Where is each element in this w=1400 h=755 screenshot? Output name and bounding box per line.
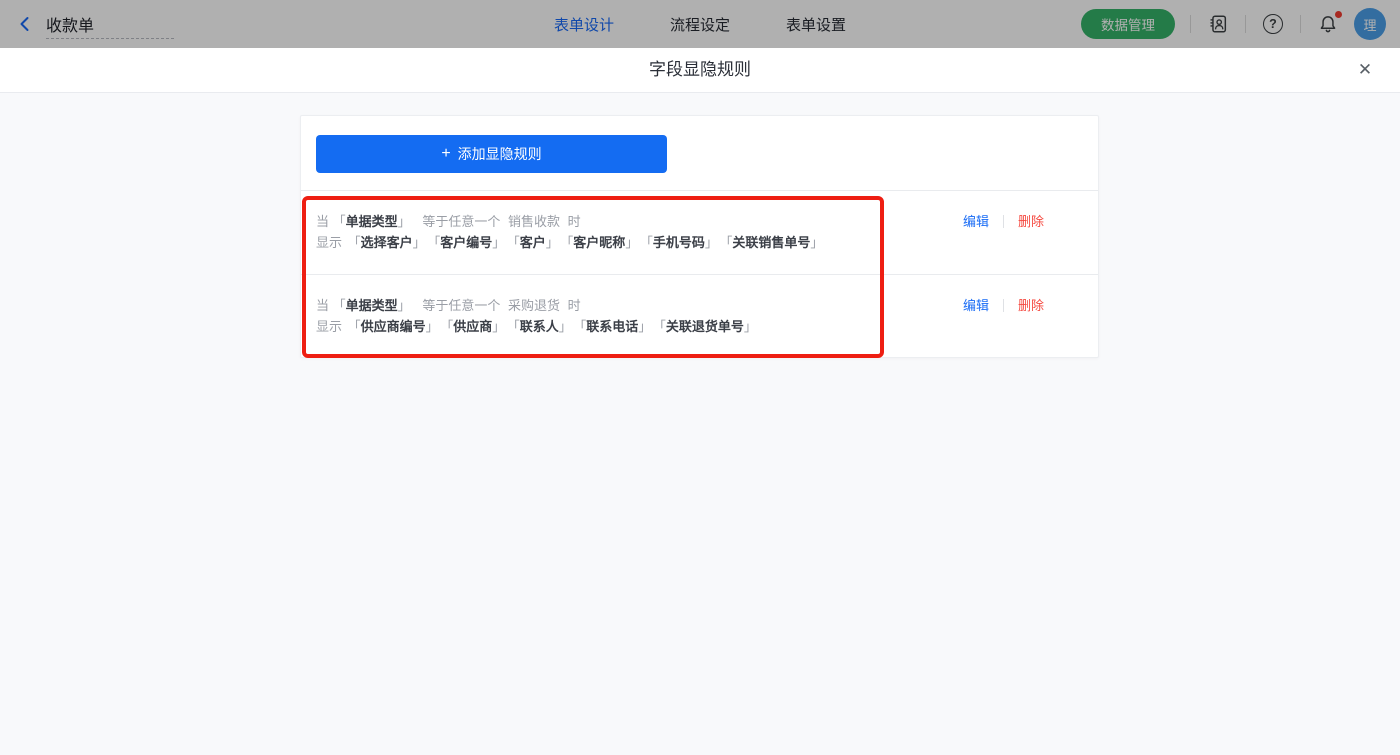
rule-field-name: 单据类型 [346, 298, 398, 313]
delete-button[interactable]: 删除 [1018, 295, 1044, 316]
rule-show-line: 显示 「供应商编号」「供应商」「联系人」「联系电话」「关联退货单号」 [316, 316, 757, 337]
rule-actions: 编辑 删除 [963, 211, 1074, 232]
rule-show-prefix: 显示 [316, 319, 342, 334]
shown-field-token: 「关联退货单号」 [659, 319, 757, 334]
shown-field-token: 「联系电话」 [580, 319, 652, 334]
rule-when-suffix: 时 [568, 298, 581, 313]
rules-list: 当 「单据类型」 等于任意一个 销售收款 时 显示 「选择客户」「客户编号」「客… [301, 191, 1098, 358]
modal-header: 字段显隐规则 ✕ [0, 48, 1400, 93]
data-manage-button[interactable]: 数据管理 [1081, 9, 1175, 39]
shown-field-token: 「关联销售单号」 [726, 235, 824, 250]
avatar[interactable]: 理 [1354, 8, 1386, 40]
rule-row: 当 「单据类型」 等于任意一个 采购退货 时 显示 「供应商编号」「供应商」「联… [301, 275, 1098, 358]
shown-field-token: 「客户昵称」 [567, 235, 639, 250]
divider [1003, 215, 1004, 228]
shown-field-token: 「选择客户」 [348, 235, 426, 250]
divider [1003, 299, 1004, 312]
rule-when-prefix: 当 [316, 298, 329, 313]
rule-when-suffix: 时 [568, 214, 581, 229]
rules-card: + 添加显隐规则 当 「单据类型」 等于任意一个 销售收款 时 显示 「选择客户… [300, 115, 1099, 358]
shown-field-token: 「联系人」 [513, 319, 572, 334]
divider [1300, 15, 1301, 33]
notification-dot [1335, 11, 1342, 18]
notification-bell-icon[interactable] [1316, 12, 1340, 36]
add-rule-label: 添加显隐规则 [458, 144, 542, 164]
rule-value: 采购退货 [508, 298, 560, 313]
delete-button[interactable]: 删除 [1018, 211, 1044, 232]
topbar-tab[interactable]: 流程设定 [670, 14, 730, 35]
topbar-tab[interactable]: 表单设置 [786, 14, 846, 35]
close-icon[interactable]: ✕ [1355, 60, 1375, 80]
rule-value: 销售收款 [508, 214, 560, 229]
page: 收款单 表单设计 流程设定 表单设置 数据管理 ? [0, 0, 1400, 755]
rule-field-name: 单据类型 [346, 214, 398, 229]
contacts-book-icon[interactable] [1206, 12, 1230, 36]
shown-field-token: 「客户编号」 [434, 235, 506, 250]
chevron-left-icon [16, 15, 34, 33]
modal-body: + 添加显隐规则 当 「单据类型」 等于任意一个 销售收款 时 显示 「选择客户… [0, 93, 1400, 755]
edit-button[interactable]: 编辑 [963, 211, 989, 232]
rule-text: 当 「单据类型」 等于任意一个 采购退货 时 显示 「供应商编号」「供应商」「联… [316, 295, 757, 337]
topbar-actions: 数据管理 ? [1081, 0, 1386, 48]
topbar-tab[interactable]: 表单设计 [554, 14, 614, 35]
plus-icon: + [441, 146, 450, 162]
rule-condition-line: 当 「单据类型」 等于任意一个 采购退货 时 [316, 295, 757, 316]
rule-text: 当 「单据类型」 等于任意一个 销售收款 时 显示 「选择客户」「客户编号」「客… [316, 211, 823, 253]
rule-operator: 等于任意一个 [422, 298, 500, 313]
shown-field-token: 「客户」 [513, 235, 559, 250]
rule-condition-line: 当 「单据类型」 等于任意一个 销售收款 时 [316, 211, 823, 232]
topbar-tabs: 表单设计 流程设定 表单设置 [554, 0, 846, 48]
form-title[interactable]: 收款单 [46, 12, 94, 36]
help-icon[interactable]: ? [1261, 12, 1285, 36]
rule-row: 当 「单据类型」 等于任意一个 销售收款 时 显示 「选择客户」「客户编号」「客… [301, 191, 1098, 275]
shown-field-token: 「供应商编号」 [348, 319, 439, 334]
divider [1245, 15, 1246, 33]
add-rule-button[interactable]: + 添加显隐规则 [316, 135, 667, 173]
rule-show-fields: 「选择客户」「客户编号」「客户」「客户昵称」「手机号码」「关联销售单号」 [346, 235, 824, 250]
topbar: 收款单 表单设计 流程设定 表单设置 数据管理 ? [0, 0, 1400, 48]
rule-when-prefix: 当 [316, 214, 329, 229]
shown-field-token: 「手机号码」 [646, 235, 718, 250]
topbar-left: 收款单 [16, 0, 94, 48]
rule-show-prefix: 显示 [316, 235, 342, 250]
rule-actions: 编辑 删除 [963, 295, 1074, 316]
rule-show-fields: 「供应商编号」「供应商」「联系人」「联系电话」「关联退货单号」 [346, 319, 757, 334]
edit-button[interactable]: 编辑 [963, 295, 989, 316]
rule-show-line: 显示 「选择客户」「客户编号」「客户」「客户昵称」「手机号码」「关联销售单号」 [316, 232, 823, 253]
back-button[interactable] [16, 15, 34, 33]
card-head: + 添加显隐规则 [301, 116, 1098, 191]
shown-field-token: 「供应商」 [447, 319, 506, 334]
divider [1190, 15, 1191, 33]
modal-title: 字段显隐规则 [0, 48, 1400, 92]
rule-operator: 等于任意一个 [422, 214, 500, 229]
